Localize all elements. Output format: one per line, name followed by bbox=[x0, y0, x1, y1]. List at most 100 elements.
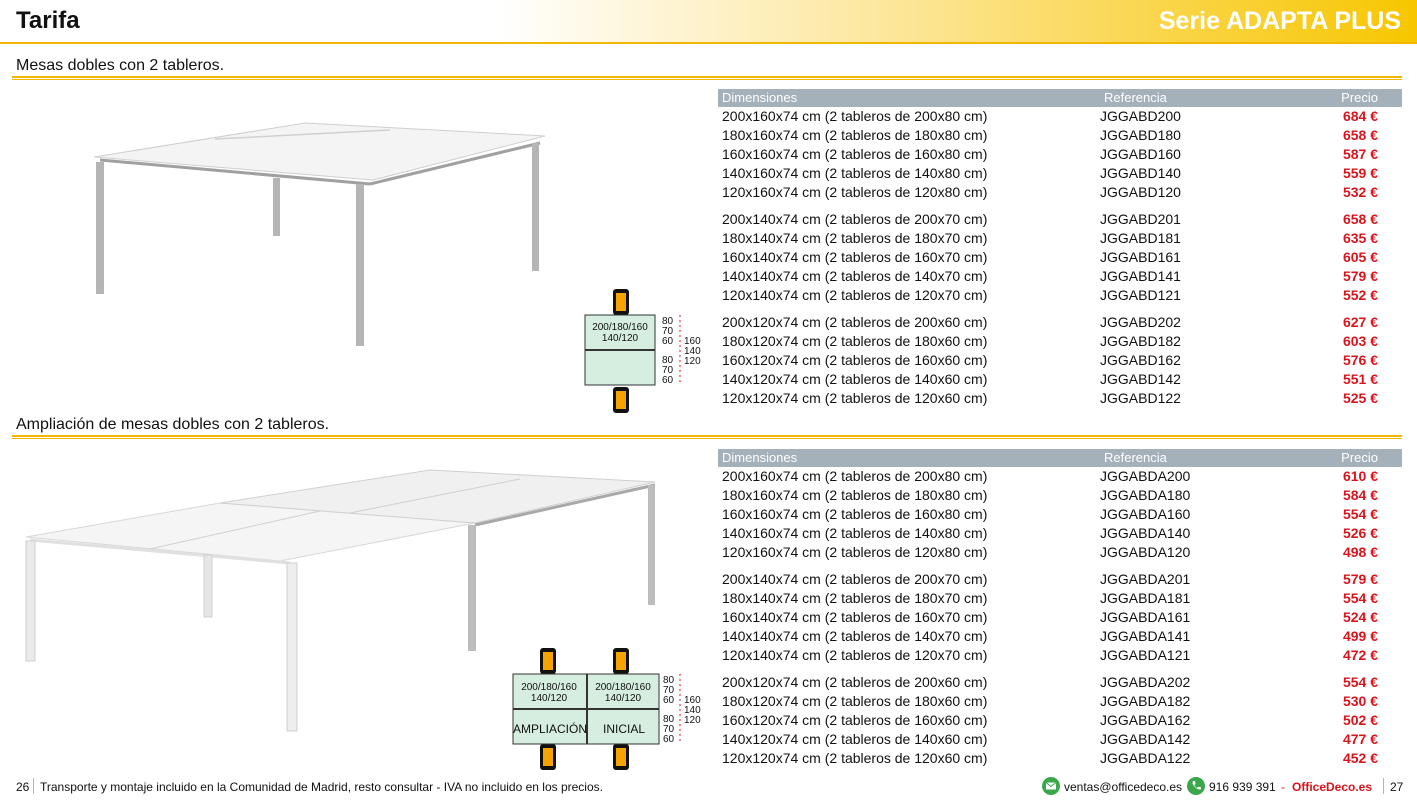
table-row: 160x160x74 cm (2 tableros de 160x80 cm) J… bbox=[718, 145, 1402, 164]
dimension-cell: 180x120x74 cm (2 tableros de 180x60 cm) bbox=[722, 333, 988, 349]
reference-cell: JGGABDA181 bbox=[1100, 590, 1191, 606]
reference-cell: JGGABD202 bbox=[1100, 314, 1181, 330]
reference-cell: JGGABDA202 bbox=[1100, 674, 1191, 690]
table-row: 140x160x74 cm (2 tableros de 140x80 cm) J… bbox=[718, 164, 1402, 183]
dimension-cell: 200x160x74 cm (2 tableros de 200x80 cm) bbox=[722, 108, 988, 124]
header-reference: Referencia bbox=[1104, 90, 1167, 105]
table-row: 180x120x74 cm (2 tableros de 180x60 cm) J… bbox=[718, 692, 1402, 711]
dimension-cell: 180x140x74 cm (2 tableros de 180x70 cm) bbox=[722, 590, 988, 606]
section-divider bbox=[12, 435, 1402, 439]
depth-labels-total: 160 140 120 bbox=[684, 337, 701, 367]
phone-icon bbox=[1187, 777, 1205, 795]
email-icon bbox=[1042, 777, 1060, 795]
reference-cell: JGGABDA200 bbox=[1100, 468, 1191, 484]
price-cell: 499 € bbox=[1342, 628, 1378, 644]
dimension-cell: 180x120x74 cm (2 tableros de 180x60 cm) bbox=[722, 693, 988, 709]
dimension-cell: 140x120x74 cm (2 tableros de 140x60 cm) bbox=[722, 731, 988, 747]
dimension-cell: 160x140x74 cm (2 tableros de 160x70 cm) bbox=[722, 249, 988, 265]
dimension-cell: 120x120x74 cm (2 tableros de 120x60 cm) bbox=[722, 750, 988, 766]
brand-separator: - bbox=[1281, 780, 1285, 794]
board-size-label-1: 200/180/160 bbox=[595, 682, 651, 693]
page-title: Tarifa bbox=[16, 7, 80, 34]
table-row: 140x160x74 cm (2 tableros de 140x80 cm) J… bbox=[718, 524, 1402, 543]
table-row: 140x140x74 cm (2 tableros de 140x70 cm) J… bbox=[718, 627, 1402, 646]
table-row: 200x140x74 cm (2 tableros de 200x70 cm) J… bbox=[718, 210, 1402, 229]
table-row: 160x120x74 cm (2 tableros de 160x60 cm) J… bbox=[718, 351, 1402, 370]
phone-number[interactable]: 916 939 391 bbox=[1209, 780, 1276, 794]
price-table-2: Dimensiones Referencia Precio 200x160x74… bbox=[718, 449, 1402, 768]
reference-cell: JGGABDA182 bbox=[1100, 693, 1191, 709]
depth-label: 60 bbox=[662, 375, 674, 386]
reference-cell: JGGABDA140 bbox=[1100, 525, 1191, 541]
dimension-cell: 160x140x74 cm (2 tableros de 160x70 cm) bbox=[722, 609, 988, 625]
depth-label: 60 bbox=[662, 336, 674, 347]
price-cell: 587 € bbox=[1342, 146, 1378, 162]
table-row: 120x140x74 cm (2 tableros de 120x70 cm) J… bbox=[718, 286, 1402, 305]
price-cell: 526 € bbox=[1342, 525, 1378, 541]
table-row: 160x120x74 cm (2 tableros de 160x60 cm) J… bbox=[718, 711, 1402, 730]
email-link[interactable]: ventas@officedeco.es bbox=[1064, 780, 1182, 794]
dimension-cell: 140x160x74 cm (2 tableros de 140x80 cm) bbox=[722, 165, 988, 181]
dimension-cell: 120x140x74 cm (2 tableros de 120x70 cm) bbox=[722, 647, 988, 663]
reference-cell: JGGABDA162 bbox=[1100, 712, 1191, 728]
price-cell: 477 € bbox=[1342, 731, 1378, 747]
table-row: 180x140x74 cm (2 tableros de 180x70 cm) J… bbox=[718, 589, 1402, 608]
dimension-cell: 200x160x74 cm (2 tableros de 200x80 cm) bbox=[722, 468, 988, 484]
price-cell: 525 € bbox=[1342, 390, 1378, 406]
price-cell: 554 € bbox=[1342, 590, 1378, 606]
reference-cell: JGGABD142 bbox=[1100, 371, 1181, 387]
price-cell: 452 € bbox=[1342, 750, 1378, 766]
price-cell: 552 € bbox=[1342, 287, 1378, 303]
extension-board-size-label: 200/180/160 140/120 bbox=[513, 682, 585, 704]
price-cell: 658 € bbox=[1342, 127, 1378, 143]
reference-cell: JGGABDA142 bbox=[1100, 731, 1191, 747]
price-cell: 532 € bbox=[1342, 184, 1378, 200]
table-header: Dimensiones Referencia Precio bbox=[718, 89, 1402, 107]
reference-cell: JGGABDA121 bbox=[1100, 647, 1191, 663]
depth-labels-top: 80 70 60 bbox=[663, 676, 674, 706]
price-cell: 472 € bbox=[1342, 647, 1378, 663]
board-size-label-1: 200/180/160 bbox=[521, 682, 577, 693]
price-cell: 603 € bbox=[1342, 333, 1378, 349]
reference-cell: JGGABDA160 bbox=[1100, 506, 1191, 522]
price-cell: 584 € bbox=[1342, 487, 1378, 503]
table-row: 140x140x74 cm (2 tableros de 140x70 cm) J… bbox=[718, 267, 1402, 286]
reference-cell: JGGABD200 bbox=[1100, 108, 1181, 124]
brand-link[interactable]: OfficeDeco.es bbox=[1292, 780, 1372, 794]
header-dimensions: Dimensiones bbox=[722, 450, 798, 465]
dimension-cell: 120x160x74 cm (2 tableros de 120x80 cm) bbox=[722, 544, 988, 560]
price-cell: 559 € bbox=[1342, 165, 1378, 181]
dimension-cell: 120x160x74 cm (2 tableros de 120x80 cm) bbox=[722, 184, 988, 200]
board-size-label-1: 200/180/160 bbox=[592, 322, 648, 333]
board-size-label-2: 140/120 bbox=[601, 333, 639, 344]
dimension-cell: 140x120x74 cm (2 tableros de 140x60 cm) bbox=[722, 371, 988, 387]
reference-cell: JGGABD120 bbox=[1100, 184, 1181, 200]
table-row: 180x120x74 cm (2 tableros de 180x60 cm) J… bbox=[718, 332, 1402, 351]
dimension-cell: 140x140x74 cm (2 tableros de 140x70 cm) bbox=[722, 628, 988, 644]
dimension-cell: 200x120x74 cm (2 tableros de 200x60 cm) bbox=[722, 674, 988, 690]
price-cell: 524 € bbox=[1342, 609, 1378, 625]
table-row: 160x160x74 cm (2 tableros de 160x80 cm) J… bbox=[718, 505, 1402, 524]
price-cell: 579 € bbox=[1342, 268, 1378, 284]
dimension-scheme-2 bbox=[512, 648, 681, 770]
reference-cell: JGGABDA141 bbox=[1100, 628, 1191, 644]
dimension-cell: 160x120x74 cm (2 tableros de 160x60 cm) bbox=[722, 352, 988, 368]
reference-cell: JGGABD140 bbox=[1100, 165, 1181, 181]
dimension-cell: 180x140x74 cm (2 tableros de 180x70 cm) bbox=[722, 230, 988, 246]
depth-label: 120 bbox=[684, 356, 701, 367]
page-footer: 26 Transporte y montaje incluido en la C… bbox=[0, 774, 1417, 800]
page-header: Tarifa Serie ADAPTA PLUS bbox=[0, 0, 1417, 44]
table-row: 120x160x74 cm (2 tableros de 120x80 cm) J… bbox=[718, 183, 1402, 202]
reference-cell: JGGABD201 bbox=[1100, 211, 1181, 227]
table-row: 120x160x74 cm (2 tableros de 120x80 cm) J… bbox=[718, 543, 1402, 562]
section-divider bbox=[12, 76, 1402, 80]
reference-cell: JGGABDA122 bbox=[1100, 750, 1191, 766]
price-cell: 554 € bbox=[1342, 506, 1378, 522]
price-cell: 605 € bbox=[1342, 249, 1378, 265]
table-header: Dimensiones Referencia Precio bbox=[718, 449, 1402, 467]
dimension-cell: 160x120x74 cm (2 tableros de 160x60 cm) bbox=[722, 712, 988, 728]
dimension-cell: 180x160x74 cm (2 tableros de 180x80 cm) bbox=[722, 487, 988, 503]
price-table-1: Dimensiones Referencia Precio 200x160x74… bbox=[718, 89, 1402, 408]
table-row: 140x120x74 cm (2 tableros de 140x60 cm) J… bbox=[718, 370, 1402, 389]
table-row: 160x140x74 cm (2 tableros de 160x70 cm) J… bbox=[718, 248, 1402, 267]
